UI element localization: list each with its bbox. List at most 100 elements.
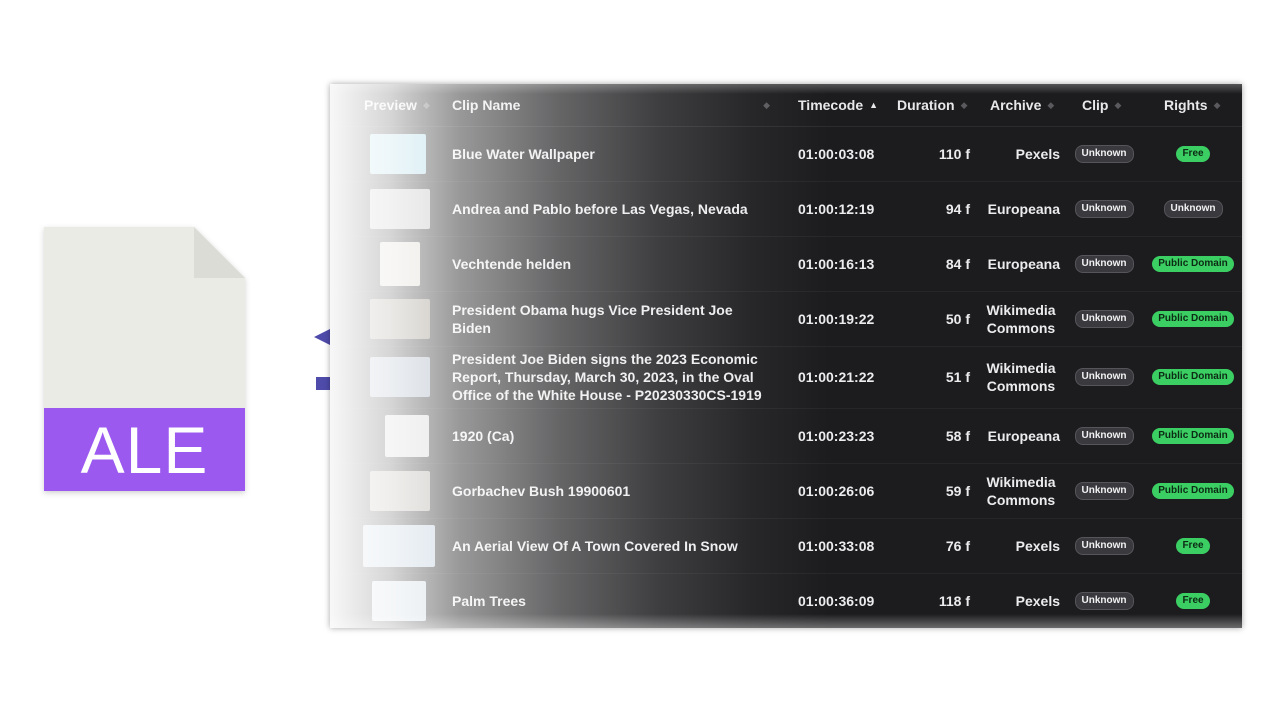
column-header-duration[interactable]: Duration ◆ (897, 84, 967, 126)
clip-name: Palm Trees (452, 592, 526, 609)
preview-thumbnail[interactable] (370, 188, 430, 229)
rights-status: Free (1148, 518, 1238, 573)
timecode: 01:00:23:23 (798, 427, 875, 444)
clip-name: 1920 (Ca) (452, 427, 515, 444)
column-header-label: Clip (1082, 97, 1109, 113)
duration: 110 f (938, 145, 970, 162)
clip-status: Unknown (1070, 236, 1138, 291)
table-row[interactable]: Palm Trees 01:00:36:09 118 f Pexels Unknown F… (330, 573, 1242, 628)
rights-badge: Public Domain (1152, 369, 1234, 385)
preview-thumbnail[interactable] (372, 580, 426, 621)
duration: 58 f (945, 427, 970, 444)
archive: Wikimedia Commons (986, 301, 1056, 336)
column-header-rights[interactable]: Rights ◆ (1164, 84, 1220, 126)
timecode: 01:00:03:08 (798, 145, 875, 162)
archive: Europeana (987, 200, 1060, 217)
clip-name: President Joe Biden signs the 2023 Econo… (452, 351, 762, 403)
clip-status-badge: Unknown (1074, 254, 1134, 273)
rights-badge: Public Domain (1152, 482, 1234, 499)
column-header-timecode[interactable]: Timecode ▲ (798, 84, 878, 126)
archive: Pexels (1015, 592, 1060, 609)
clip-status-badge: Unknown (1074, 591, 1134, 610)
timecode: 01:00:33:08 (798, 537, 875, 554)
preview-thumbnail[interactable] (370, 470, 430, 511)
rights-badge: Unknown (1163, 199, 1223, 218)
column-header-label: Preview (364, 97, 417, 113)
column-header-preview[interactable]: Preview ◆ (364, 84, 430, 126)
rights-status: Public Domain (1148, 346, 1238, 408)
clip-status: Unknown (1070, 181, 1138, 236)
sort-icon[interactable]: ◆ (1214, 100, 1221, 110)
archive: Europeana (987, 427, 1060, 444)
rights-status: Free (1148, 126, 1238, 181)
clip-status: Unknown (1070, 573, 1138, 628)
column-header-clip-name[interactable]: Clip Name ◆ (452, 84, 770, 126)
duration: 84 f (945, 255, 970, 272)
clip-status: Unknown (1070, 518, 1138, 573)
clip-table: Preview ◆ Clip Name ◆ Timecode ▲ Duration ◆ Arch… (330, 84, 1242, 628)
preview-thumbnail[interactable] (370, 298, 430, 339)
preview-thumbnail[interactable] (380, 241, 420, 286)
table-header: Preview ◆ Clip Name ◆ Timecode ▲ Duration ◆ Arch… (330, 84, 1242, 127)
timecode: 01:00:12:19 (798, 200, 875, 217)
preview-thumbnail[interactable] (370, 133, 426, 174)
rights-status: Public Domain (1148, 463, 1238, 518)
clip-status-badge: Unknown (1074, 144, 1134, 163)
file-type-label: ALE (80, 412, 209, 487)
column-header-archive[interactable]: Archive ◆ (990, 84, 1054, 126)
table-row[interactable]: President Joe Biden signs the 2023 Econo… (330, 346, 1242, 409)
rights-status: Public Domain (1148, 236, 1238, 291)
duration: 50 f (945, 310, 970, 327)
duration: 94 f (945, 200, 970, 217)
clip-name: Andrea and Pablo before Las Vegas, Nevad… (452, 200, 748, 217)
canvas: ALE Preview ◆ Clip Name ◆ Timecode ▲ Duration ◆… (0, 0, 1280, 720)
preview-thumbnail[interactable] (385, 414, 429, 457)
archive: Wikimedia Commons (986, 473, 1056, 508)
rights-badge: Free (1176, 145, 1210, 162)
sort-icon[interactable]: ◆ (1047, 100, 1054, 110)
clip-status-badge: Unknown (1074, 426, 1134, 445)
column-header-label: Clip Name (452, 97, 521, 113)
column-header-label: Timecode (798, 97, 864, 113)
duration: 118 f (938, 592, 970, 609)
duration: 59 f (945, 482, 970, 499)
archive: Pexels (1015, 537, 1060, 554)
table-row[interactable]: 1920 (Ca) 01:00:23:23 58 f Europeana Unknown… (330, 408, 1242, 464)
sort-icon[interactable]: ◆ (423, 100, 430, 110)
table-row[interactable]: Blue Water Wallpaper 01:00:03:08 110 f Pexe… (330, 126, 1242, 182)
table-row[interactable]: Gorbachev Bush 19900601 01:00:26:06 59 f Wi… (330, 463, 1242, 519)
archive: Europeana (987, 255, 1060, 272)
clip-name: President Obama hugs Vice President Joe … (452, 301, 733, 336)
clip-status: Unknown (1070, 126, 1138, 181)
sort-ascending-icon[interactable]: ▲ (869, 100, 878, 110)
clip-status-badge: Unknown (1074, 199, 1134, 218)
preview-thumbnail[interactable] (370, 357, 430, 397)
column-header-label: Rights (1164, 97, 1208, 113)
clip-name: An Aerial View Of A Town Covered In Snow (452, 537, 738, 554)
clip-name: Vechtende helden (452, 255, 572, 272)
timecode: 01:00:36:09 (798, 592, 875, 609)
column-header-label: Duration (897, 97, 955, 113)
sort-icon[interactable]: ◆ (961, 100, 968, 110)
sort-icon[interactable]: ◆ (763, 100, 770, 110)
table-row[interactable]: An Aerial View Of A Town Covered In Snow… (330, 518, 1242, 574)
sort-icon[interactable]: ◆ (1114, 100, 1121, 110)
rights-badge: Free (1176, 537, 1210, 554)
archive: Wikimedia Commons (986, 360, 1056, 394)
clip-status: Unknown (1070, 408, 1138, 463)
column-header-label: Archive (990, 97, 1042, 113)
timecode: 01:00:16:13 (798, 255, 875, 272)
preview-thumbnail[interactable] (363, 524, 435, 567)
clip-status: Unknown (1070, 346, 1138, 408)
timecode: 01:00:21:22 (798, 369, 875, 385)
column-header-clip[interactable]: Clip ◆ (1082, 84, 1121, 126)
table-row[interactable]: Andrea and Pablo before Las Vegas, Nevad… (330, 181, 1242, 237)
table-row[interactable]: President Obama hugs Vice President Joe … (330, 291, 1242, 347)
table-row[interactable]: Vechtende helden 01:00:16:13 84 f Europeana… (330, 236, 1242, 292)
rights-badge: Public Domain (1152, 255, 1234, 272)
rights-status: Unknown (1148, 181, 1238, 236)
clip-status-badge: Unknown (1074, 481, 1134, 500)
clip-status: Unknown (1070, 463, 1138, 518)
rights-status: Free (1148, 573, 1238, 628)
rights-badge: Free (1176, 592, 1210, 609)
